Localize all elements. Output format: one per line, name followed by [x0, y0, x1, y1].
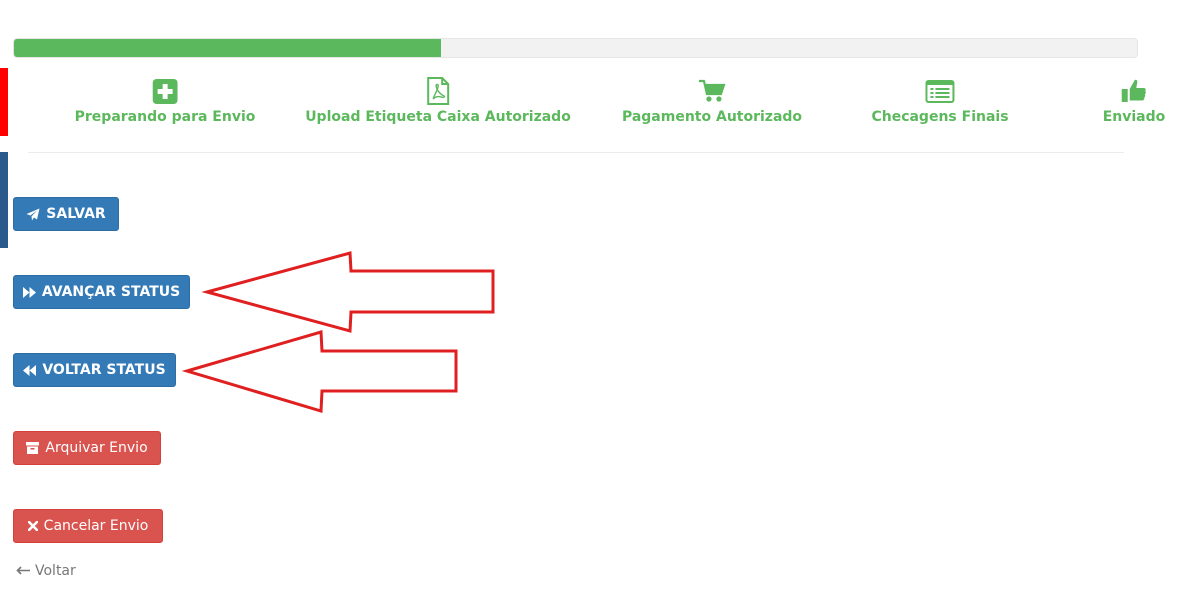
archive-shipment-label: Arquivar Envio: [45, 440, 148, 456]
annotation-arrow-back: [181, 330, 458, 413]
archive-icon: [26, 442, 40, 454]
step-label: Enviado: [1102, 109, 1166, 125]
fast-backward-icon: [23, 364, 37, 376]
list-alt-icon: [925, 78, 955, 104]
step-label: Upload Etiqueta Caixa Autorizado: [305, 109, 571, 125]
paper-plane-icon: [26, 208, 40, 221]
cancel-shipment-button[interactable]: Cancelar Envio: [13, 509, 163, 543]
status-progress-bar: [13, 38, 1138, 58]
advance-status-button[interactable]: AVANÇAR STATUS: [13, 275, 190, 309]
status-progress-fill: [14, 39, 441, 57]
step-label: Checagens Finais: [871, 109, 1009, 125]
save-button[interactable]: SALVAR: [13, 197, 119, 231]
fast-forward-icon: [22, 286, 36, 298]
arrow-left-icon: [16, 563, 31, 579]
section-divider: [28, 152, 1124, 153]
step-checagens-finais: Checagens Finais: [871, 78, 1009, 125]
back-status-label: VOLTAR STATUS: [42, 362, 166, 378]
step-label: Pagamento Autorizado: [621, 109, 803, 125]
save-button-label: SALVAR: [46, 206, 106, 222]
plus-square-icon: [152, 78, 178, 104]
step-upload-etiqueta: Upload Etiqueta Caixa Autorizado: [305, 77, 571, 125]
back-status-button[interactable]: VOLTAR STATUS: [13, 353, 176, 387]
close-icon: [27, 521, 38, 531]
back-link[interactable]: Voltar: [16, 563, 76, 579]
red-edge-marker: [0, 68, 8, 136]
step-pagamento-autorizado: Pagamento Autorizado: [622, 78, 802, 125]
cancel-shipment-label: Cancelar Envio: [43, 518, 149, 534]
advance-status-label: AVANÇAR STATUS: [41, 284, 181, 300]
blue-edge-marker: [0, 152, 8, 248]
step-enviado: Enviado: [1102, 78, 1166, 125]
step-preparando-para-envio: Preparando para Envio: [74, 78, 256, 125]
shopping-cart-icon: [698, 78, 726, 104]
archive-shipment-button[interactable]: Arquivar Envio: [13, 431, 161, 465]
back-link-label: Voltar: [35, 563, 76, 579]
pdf-file-icon: [426, 77, 450, 105]
annotation-arrow-advance: [201, 251, 495, 333]
step-label: Preparando para Envio: [74, 109, 256, 125]
thumbs-up-icon: [1121, 78, 1147, 104]
